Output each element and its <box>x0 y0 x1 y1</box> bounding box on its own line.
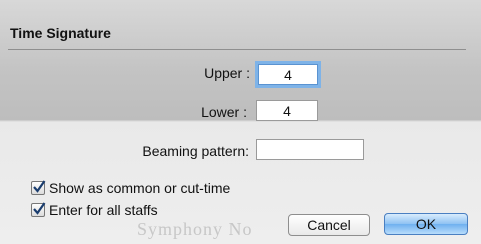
time-signature-dialog: Time Signature Upper : 4 Lower : 4 Beami… <box>0 0 481 244</box>
checkmark-icon <box>31 202 46 217</box>
all-staffs-label: Enter for all staffs <box>49 202 158 218</box>
dialog-title: Time Signature <box>10 25 111 41</box>
upper-input[interactable]: 4 <box>258 64 318 85</box>
dialog-header-background <box>0 0 481 120</box>
beaming-pattern-input[interactable] <box>256 139 364 160</box>
lower-input[interactable]: 4 <box>256 100 318 121</box>
all-staffs-checkbox[interactable]: Enter for all staffs <box>31 202 158 218</box>
lower-label: Lower : <box>201 104 247 120</box>
checkmark-icon <box>31 180 46 195</box>
ok-button[interactable]: OK <box>384 213 468 235</box>
background-document-text: Symphony No <box>137 219 253 239</box>
common-time-checkbox[interactable]: Show as common or cut-time <box>31 180 230 196</box>
cancel-button[interactable]: Cancel <box>288 214 370 236</box>
upper-label: Upper : <box>204 65 250 81</box>
common-time-label: Show as common or cut-time <box>49 180 231 196</box>
title-divider <box>8 49 466 50</box>
beaming-pattern-label: Beaming pattern: <box>142 143 249 159</box>
